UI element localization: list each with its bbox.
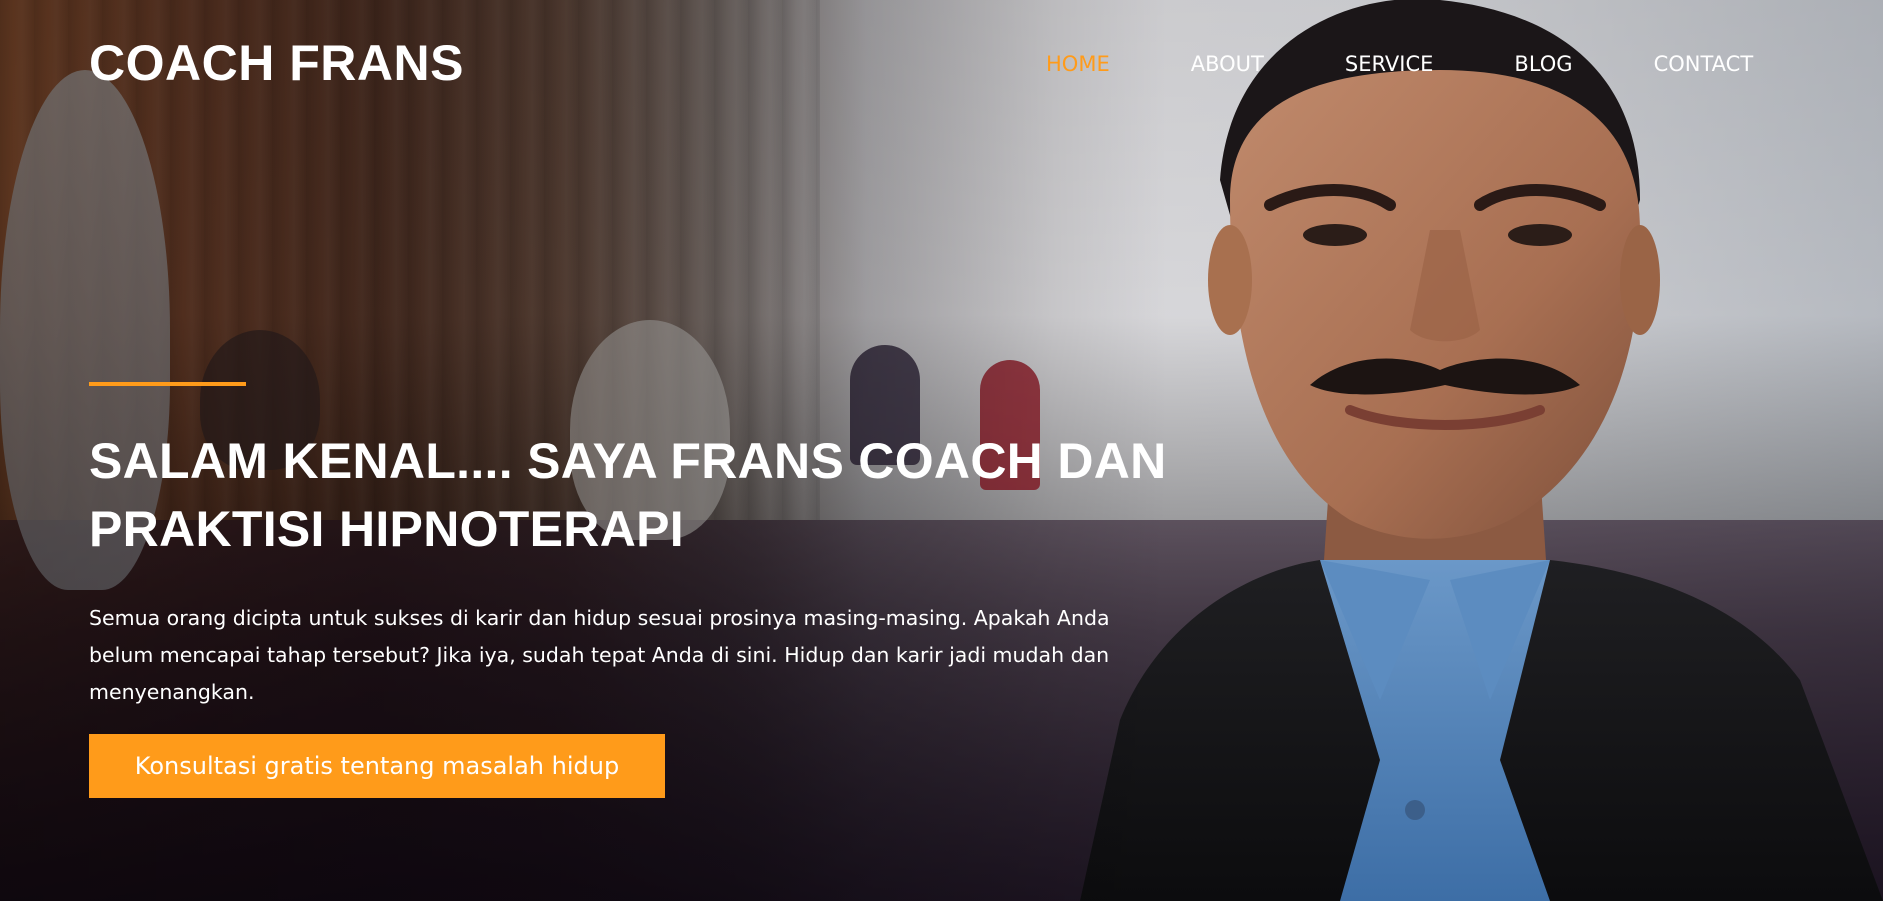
nav-item-home[interactable]: HOME — [1046, 52, 1110, 76]
main-navigation: HOME ABOUT SERVICE BLOG CONTACT — [1046, 52, 1753, 76]
site-logo[interactable]: COACH FRANS — [89, 34, 464, 92]
nav-item-about[interactable]: ABOUT — [1191, 52, 1264, 76]
nav-item-contact[interactable]: CONTACT — [1654, 52, 1754, 76]
hero-lead-text: Semua orang dicipta untuk sukses di kari… — [89, 606, 1110, 704]
nav-item-blog[interactable]: BLOG — [1514, 52, 1572, 76]
nav-item-service[interactable]: SERVICE — [1345, 52, 1434, 76]
accent-divider — [89, 382, 246, 386]
free-consultation-button[interactable]: Konsultasi gratis tentang masalah hidup — [89, 734, 665, 798]
hero-headline: SALAM KENAL.... SAYA FRANS COACH DAN PRA… — [89, 433, 1167, 557]
